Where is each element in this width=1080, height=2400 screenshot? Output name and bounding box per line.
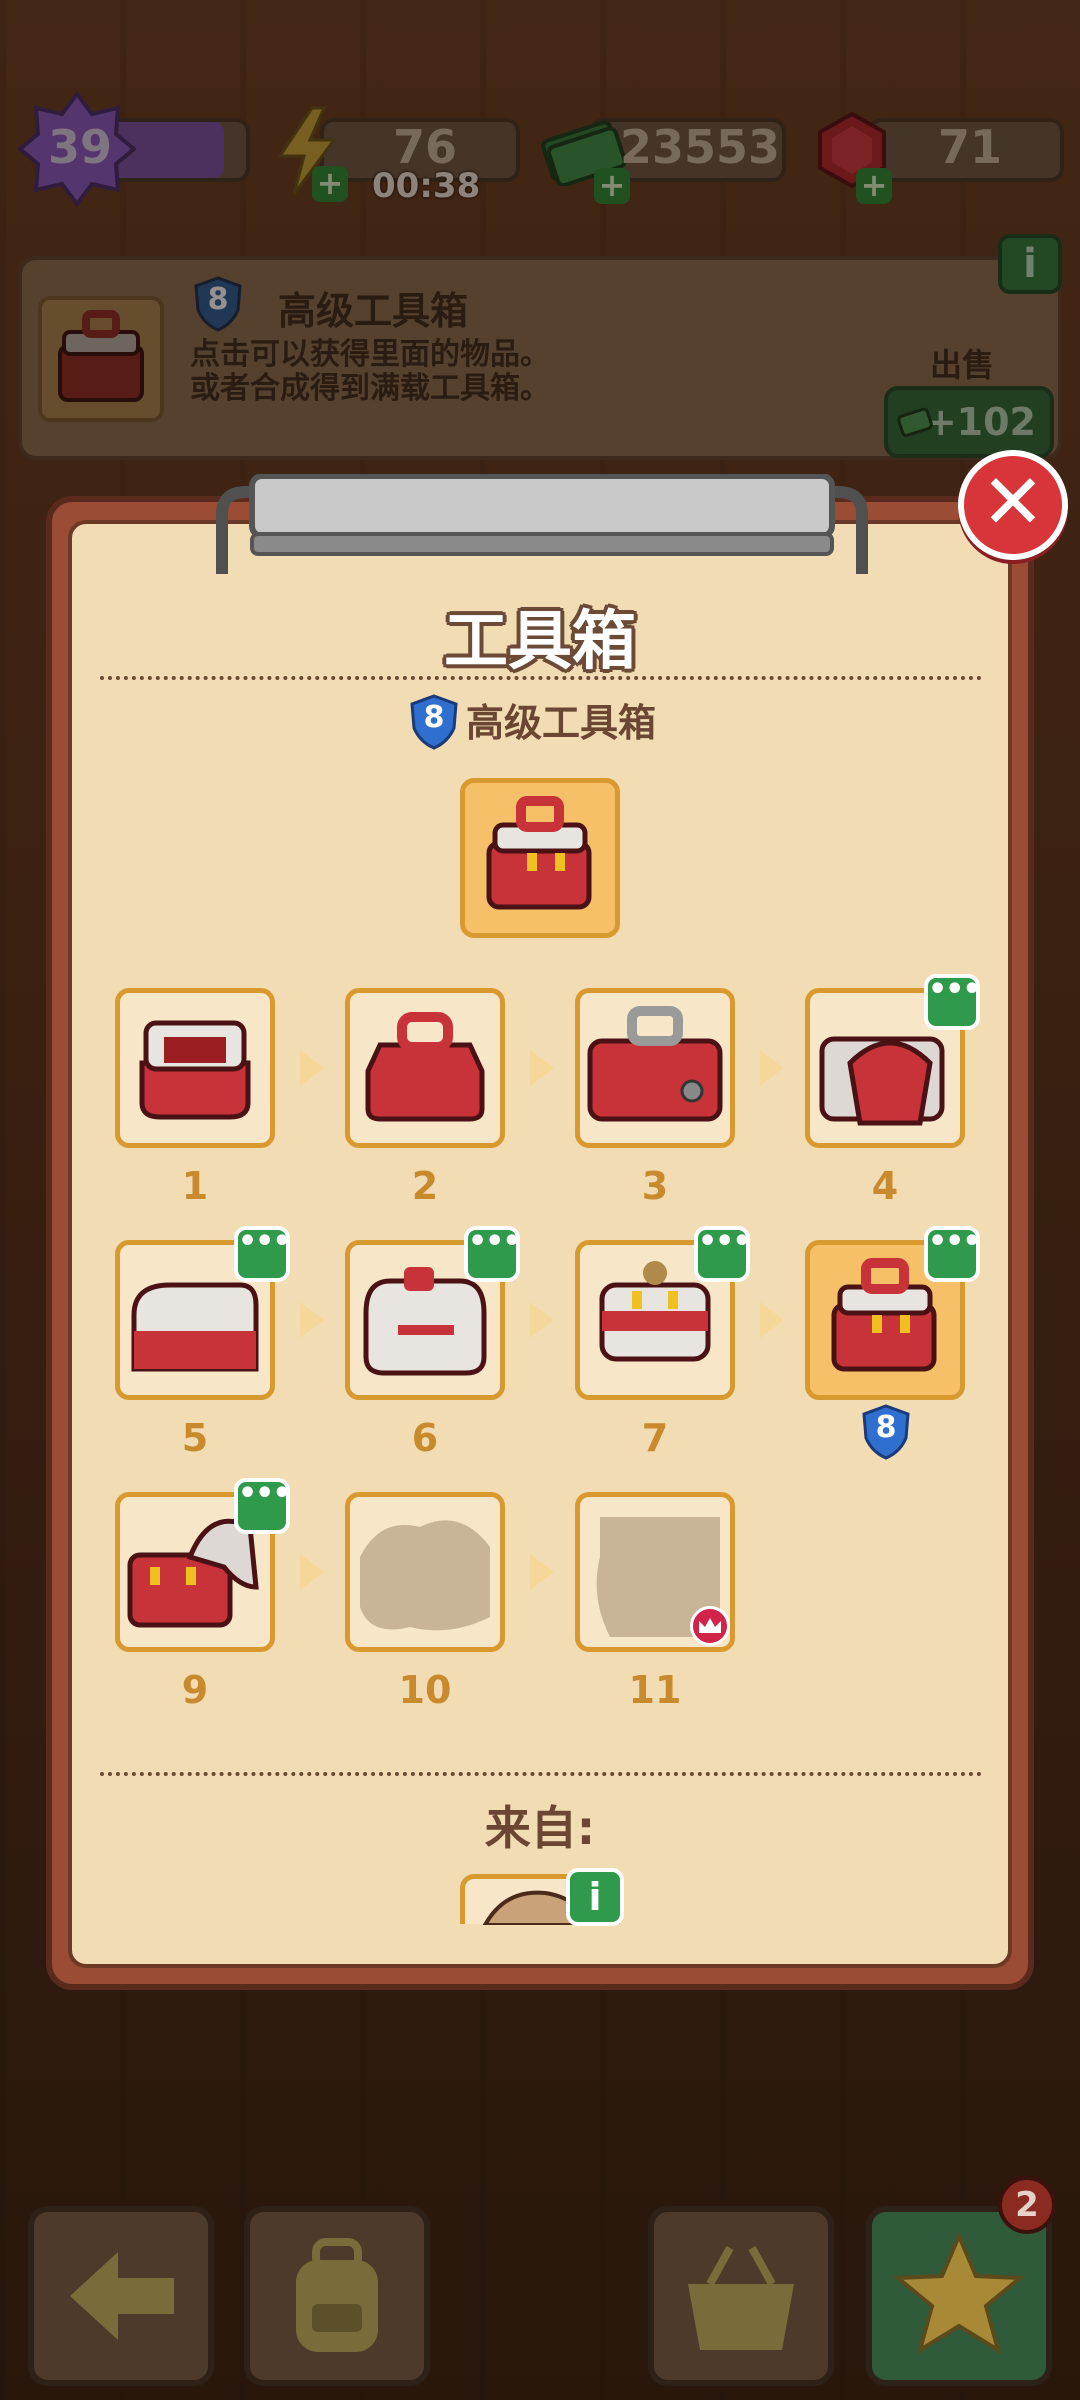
notification-badge: 2	[998, 2176, 1056, 2234]
divider	[100, 1772, 982, 1776]
back-button[interactable]	[28, 2206, 214, 2386]
arrow-right-icon	[530, 1050, 554, 1086]
tier-number: 8	[423, 700, 445, 735]
more-options-button[interactable]: •••	[234, 1476, 292, 1534]
ellipsis-icon: •••	[928, 972, 982, 1007]
ellipsis-icon: •••	[238, 1224, 292, 1259]
toolbox-lvl3-icon	[587, 1006, 723, 1122]
backpack-button[interactable]	[244, 2206, 430, 2386]
tier-shield-icon: 8	[860, 1404, 912, 1460]
clipboard-clip	[216, 474, 868, 574]
crown-icon	[690, 1606, 730, 1646]
chain-item-slot[interactable]	[115, 988, 275, 1148]
arrow-right-icon	[530, 1554, 554, 1590]
arrow-right-icon	[530, 1302, 554, 1338]
arrow-right-icon	[300, 1050, 324, 1086]
chain-item-number: 4	[871, 1164, 899, 1208]
backpack-icon	[296, 2238, 378, 2352]
basket-icon	[688, 2246, 794, 2350]
chain-item-number: 3	[641, 1164, 669, 1208]
more-options-button[interactable]: •••	[694, 1224, 752, 1282]
chain-item-number: 5	[181, 1416, 209, 1460]
ellipsis-icon: •••	[238, 1476, 292, 1511]
ellipsis-icon: •••	[698, 1224, 752, 1259]
chain-item-slot[interactable]	[575, 988, 735, 1148]
panel-title: 工具箱	[444, 605, 636, 679]
more-options-button[interactable]: •••	[924, 1224, 982, 1282]
chain-item-number: 1	[181, 1164, 209, 1208]
chain-item-number: 2	[411, 1164, 439, 1208]
toolbox-lvl1-icon	[139, 1020, 251, 1120]
arrow-right-icon	[300, 1554, 324, 1590]
more-options-button[interactable]: •••	[924, 972, 982, 1030]
featured-item-slot[interactable]	[460, 778, 620, 938]
arrow-right-icon	[760, 1302, 784, 1338]
ellipsis-icon: •••	[928, 1224, 982, 1259]
locked-silhouette-icon	[360, 1520, 490, 1631]
ellipsis-icon: •••	[468, 1224, 522, 1259]
more-options-button[interactable]: •••	[234, 1224, 292, 1282]
arrow-right-icon	[300, 1302, 324, 1338]
back-arrow-icon	[70, 2252, 174, 2340]
shop-basket-button[interactable]	[648, 2206, 834, 2386]
panel-subtitle: 高级工具箱	[466, 701, 657, 745]
more-options-button[interactable]: •••	[464, 1224, 522, 1282]
chain-item-number: 7	[641, 1416, 669, 1460]
source-info-button[interactable]: i	[566, 1868, 624, 1926]
chain-item-number: 9	[181, 1668, 209, 1712]
tier-number: 8	[875, 1410, 897, 1445]
divider	[100, 676, 982, 680]
chain-item-slot-locked[interactable]	[345, 1492, 505, 1652]
close-button[interactable]: ✕	[958, 450, 1068, 560]
toolbox-lvl2-icon	[365, 1012, 485, 1122]
chain-item-number: 6	[411, 1416, 439, 1460]
source-heading: 来自:	[484, 1801, 596, 1855]
tier-shield-icon: 8	[408, 694, 460, 750]
close-icon: ✕	[981, 457, 1045, 546]
star-icon	[892, 2230, 1026, 2355]
arrow-right-icon	[760, 1050, 784, 1086]
chain-item-slot[interactable]	[345, 988, 505, 1148]
chain-item-number: 10	[398, 1668, 452, 1712]
toolbox-lvl8-icon	[486, 796, 592, 910]
chain-item-number: 11	[628, 1668, 682, 1712]
